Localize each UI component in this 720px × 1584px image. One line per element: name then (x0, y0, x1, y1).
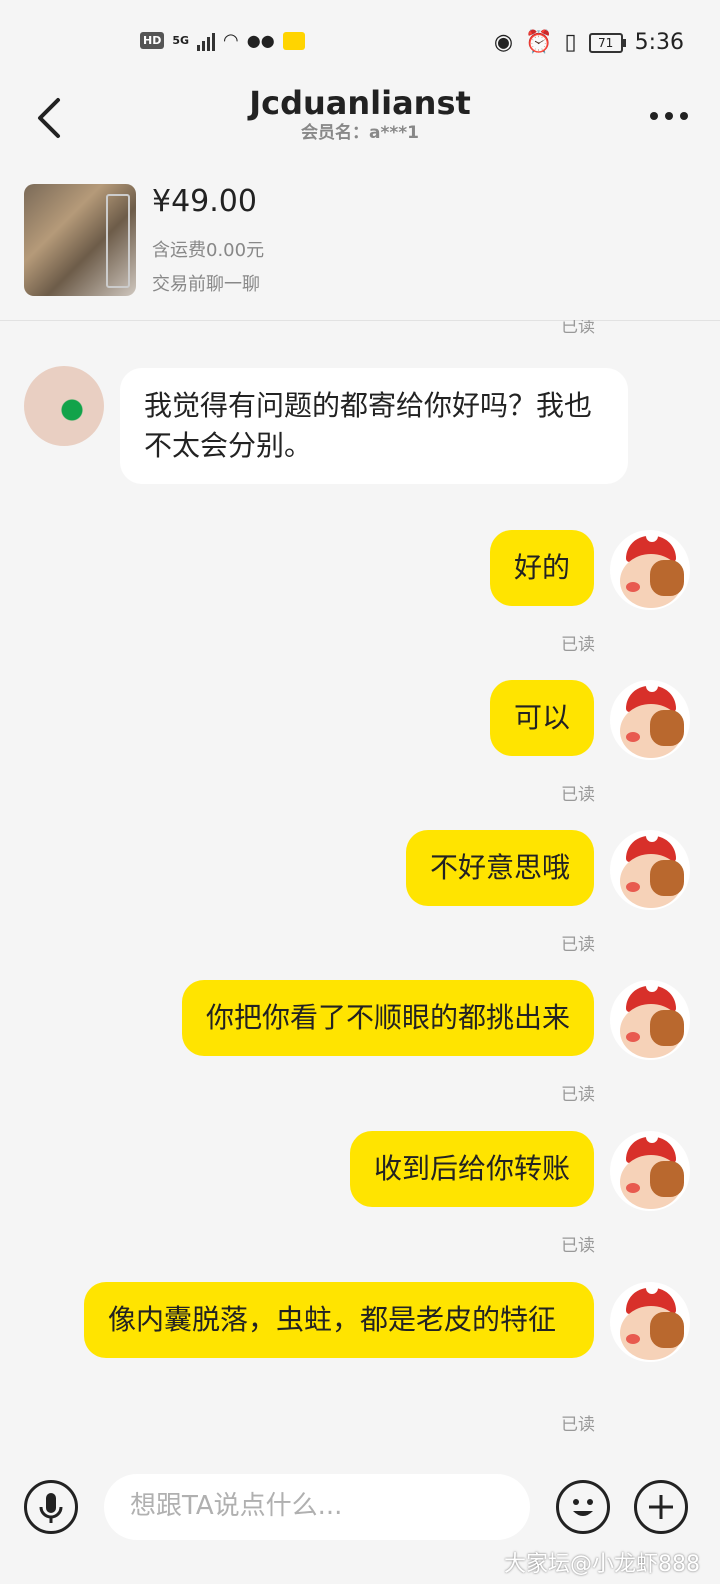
my-avatar[interactable] (610, 680, 690, 760)
status-bar: HD 5G ◠ ●● ◉ ⏰ ▯ 71 5:36 (0, 0, 720, 84)
message-bubble: 可以 (489, 680, 594, 756)
read-status: 已读 (561, 1236, 595, 1256)
message-bubble: 不好意思哦 (405, 830, 594, 906)
status-left: HD 5G ◠ ●● (140, 30, 305, 51)
emoji-icon[interactable] (556, 1480, 610, 1534)
read-status: 已读 (561, 635, 595, 655)
hd-badge: HD (140, 32, 165, 49)
chat-hint: 交易前聊一聊 (152, 274, 260, 295)
eye-icon: ◉ (493, 30, 514, 55)
app-notification-icon (282, 31, 305, 50)
vibrate-icon: ▯ (564, 30, 577, 55)
message-bubble: 好的 (489, 530, 594, 606)
my-avatar[interactable] (610, 1282, 690, 1362)
my-avatar[interactable] (610, 980, 690, 1060)
signal-icon (197, 31, 216, 51)
my-avatar[interactable] (610, 830, 690, 910)
more-options-icon[interactable] (650, 112, 688, 120)
wifi-icon: ◠ (223, 30, 239, 51)
member-id: 会员名：a***1 (301, 123, 419, 143)
alarm-icon: ⏰ (525, 30, 553, 55)
message-input[interactable] (128, 1490, 512, 1522)
message-bubble: 你把你看了不顺眼的都挑出来 (181, 980, 594, 1056)
shipping-info: 含运费0.00元 (152, 240, 265, 261)
status-right: ◉ ⏰ ▯ 71 5:36 (494, 30, 684, 55)
product-card[interactable]: ¥49.00 含运费0.00元 交易前聊一聊 (0, 164, 720, 321)
product-price: ¥49.00 (152, 184, 257, 219)
read-status: 已读 (561, 320, 595, 337)
network-type: 5G (172, 34, 190, 47)
read-status: 已读 (561, 785, 595, 805)
product-thumbnail[interactable] (24, 184, 136, 296)
watermark: 大家坛@小龙虾888 (504, 1552, 700, 1577)
message-input-wrapper[interactable] (104, 1474, 530, 1540)
read-status: 已读 (561, 1415, 595, 1435)
message-bubble: 我觉得有问题的都寄给你好吗？我也不太会分别。 (120, 368, 628, 484)
chat-header: Jcduanlianst 会员名：a***1 (0, 84, 720, 164)
clock: 5:36 (634, 30, 684, 55)
message-bubble: 收到后给你转账 (349, 1131, 594, 1207)
input-bar: 大家坛@小龙虾888 (0, 1456, 720, 1584)
read-status: 已读 (561, 935, 595, 955)
read-status: 已读 (561, 1085, 595, 1105)
my-avatar[interactable] (610, 530, 690, 610)
my-avatar[interactable] (610, 1131, 690, 1211)
contact-avatar[interactable] (24, 366, 104, 446)
message-bubble: 像内囊脱落，虫蛀，都是老皮的特征 (84, 1282, 594, 1358)
wechat-icon: ●● (246, 31, 275, 50)
message-list[interactable]: 已读 我觉得有问题的都寄给你好吗？我也不太会分别。 好的 已读 可以 已读 不好… (0, 320, 720, 1456)
microphone-icon[interactable] (24, 1480, 78, 1534)
contact-name: Jcduanlianst (249, 84, 471, 122)
battery-icon: 71 (588, 32, 626, 53)
plus-icon[interactable] (634, 1480, 688, 1534)
